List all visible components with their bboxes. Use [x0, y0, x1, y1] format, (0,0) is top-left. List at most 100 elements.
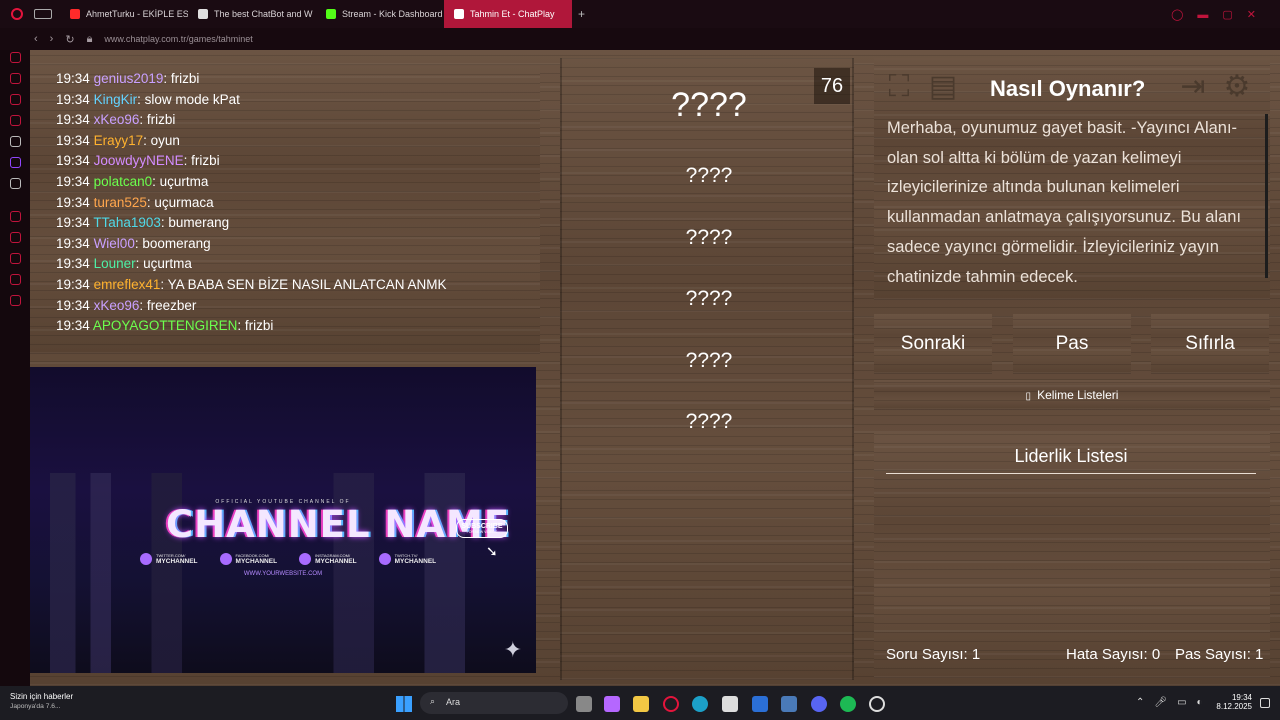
- edge-icon[interactable]: [692, 696, 708, 712]
- how-to-play-title: Nasıl Oynanır?: [990, 76, 1146, 101]
- tab-kick[interactable]: Stream - Kick Dashboard: [316, 0, 444, 28]
- chat-message: 19:34 xKeo96: freezber: [56, 297, 197, 313]
- clock[interactable]: 19:34 8.12.2025: [1216, 693, 1252, 711]
- chat-text: uçurmaca: [154, 194, 214, 210]
- chat-username[interactable]: emreflex41: [94, 277, 161, 292]
- chat-username[interactable]: JoowdyyNENE: [94, 153, 184, 168]
- window-controls[interactable]: ◯▬▢✕: [1171, 8, 1270, 21]
- notification-icon[interactable]: [1260, 698, 1270, 708]
- chat-text: YA BABA SEN BİZE NASIL ANLATCAN ANMK: [167, 276, 447, 292]
- chat-username[interactable]: xKeo96: [94, 298, 140, 313]
- chat-username[interactable]: polatcan0: [94, 174, 153, 189]
- aria-icon[interactable]: [9, 52, 21, 63]
- chat-text: oyun: [150, 132, 180, 148]
- taskbar-search[interactable]: ⌕ Ara: [420, 692, 568, 714]
- facebook-link: FACEBOOK.COM/MYCHANNEL: [219, 553, 277, 565]
- chat-username[interactable]: TTaha1903: [93, 215, 161, 230]
- chat-text: boomerang: [142, 235, 211, 251]
- chat-time: 19:34: [56, 91, 90, 107]
- reset-button[interactable]: Sıfırla: [1151, 314, 1269, 374]
- lock-icon: 🔒︎: [86, 32, 93, 45]
- chat-username[interactable]: KingKir: [94, 92, 138, 107]
- copilot-icon[interactable]: [604, 696, 620, 712]
- store-icon[interactable]: [722, 696, 738, 712]
- history-icon[interactable]: [9, 232, 21, 243]
- mail-icon[interactable]: [752, 696, 768, 712]
- new-tab-button[interactable]: +: [578, 7, 585, 21]
- chat-username[interactable]: xKeo96: [94, 112, 140, 127]
- settings-icon[interactable]: [9, 295, 21, 306]
- opera-logo-icon[interactable]: [0, 0, 34, 28]
- chat-time: 19:34: [56, 256, 90, 272]
- chat-text: frizbi: [244, 318, 274, 334]
- messenger-icon[interactable]: [9, 73, 21, 84]
- list-icon: ▯: [1025, 391, 1032, 402]
- chatplay-icon: [454, 9, 464, 19]
- discord-icon[interactable]: [811, 696, 827, 712]
- tab-chatplay[interactable]: Tahmin Et - ChatPlay: [444, 0, 572, 28]
- next-button[interactable]: Sonraki: [874, 314, 992, 374]
- chat-time: 19:34: [56, 235, 90, 251]
- word-lists-button[interactable]: ▯ Kelime Listeleri: [874, 380, 1270, 410]
- extensions-icon[interactable]: [9, 274, 21, 285]
- settings-gear-icon[interactable]: ⚙: [1220, 70, 1254, 104]
- pass-button[interactable]: Pas: [1013, 314, 1131, 374]
- chat-time: 19:34: [56, 173, 90, 189]
- chat-username[interactable]: Louner: [94, 256, 136, 271]
- player-icon[interactable]: [9, 115, 21, 126]
- chat-username[interactable]: turan525: [94, 195, 147, 210]
- how-to-play-text: Merhaba, oyunumuz gayet basit. -Yayıncı …: [887, 119, 1242, 286]
- chat-time: 19:34: [56, 153, 90, 169]
- app-icon[interactable]: [869, 696, 885, 712]
- exit-icon[interactable]: ⇥: [1176, 70, 1210, 104]
- chat-panel: 19:34 genius2019: frizbi 19:34 KingKir: s…: [30, 66, 540, 354]
- chat-username[interactable]: Wiel00: [94, 236, 135, 251]
- ai-icon[interactable]: [9, 136, 21, 147]
- chat-username[interactable]: APOYAGOTTENGIREN: [93, 318, 238, 333]
- how-to-play-panel: ⛶ ▤ Nasıl Oynanır? ⇥ ⚙ Merhaba, oyunumuz…: [874, 58, 1270, 300]
- tab-youtube[interactable]: AhmetTurku - EKİPLE ESK: [60, 0, 188, 28]
- chat-text: frizbi: [191, 153, 220, 169]
- website-link: WWW.YOURWEBSITE.COM: [243, 571, 323, 577]
- chat-username[interactable]: Erayy17: [94, 133, 144, 148]
- scrollbar[interactable]: [1265, 114, 1268, 278]
- reload-icon[interactable]: ↻: [65, 33, 74, 46]
- leaderboard-title: Liderlik Listesi: [886, 446, 1256, 474]
- hidden-word: ????: [685, 287, 733, 310]
- chat-text: frizbi: [146, 112, 176, 128]
- chat-username[interactable]: genius2019: [94, 71, 164, 86]
- music-icon[interactable]: [9, 211, 21, 222]
- explorer-icon[interactable]: [633, 696, 649, 712]
- facebook-icon: [219, 553, 232, 565]
- tray-icons[interactable]: ⌃🎤︎▭◐: [1136, 697, 1213, 708]
- twitch-icon[interactable]: [9, 157, 21, 168]
- bookmarks-icon[interactable]: [9, 253, 21, 264]
- pass-count: Pas Sayısı: 1: [1175, 646, 1264, 663]
- x-icon[interactable]: [9, 178, 21, 189]
- opera-icon[interactable]: [663, 696, 679, 712]
- chat-text: uçurtma: [143, 256, 192, 272]
- task-view-icon[interactable]: [576, 696, 592, 712]
- word-column: 76 ???? ???? ???? ???? ???? ????: [560, 58, 854, 680]
- hidden-word: ????: [685, 349, 733, 372]
- chat-time: 19:34: [56, 194, 90, 210]
- chat-message: 19:34 KingKir: slow mode kPat: [56, 91, 240, 107]
- workspaces-icon[interactable]: [34, 9, 52, 19]
- steam-icon[interactable]: [781, 696, 797, 712]
- back-icon[interactable]: ‹: [34, 33, 38, 45]
- chat-time: 19:34: [56, 215, 90, 231]
- forward-icon[interactable]: ›: [50, 33, 54, 45]
- news-widget[interactable]: Sizin için haberler Japonya'da 7.6...: [10, 692, 73, 710]
- twitch-link: TWITCH.TV/MYCHANNEL: [378, 553, 436, 565]
- tab-chatbot[interactable]: The best ChatBot and W: [188, 0, 316, 28]
- chat-time: 19:34: [56, 132, 90, 148]
- fullscreen-icon[interactable]: ⛶: [882, 70, 916, 104]
- chat-text: frizbi: [170, 71, 200, 86]
- start-button[interactable]: [396, 696, 412, 712]
- chat-icon[interactable]: [9, 94, 21, 105]
- instagram-icon: [299, 553, 312, 565]
- url-field[interactable]: www.chatplay.com.tr/games/tahminet: [104, 34, 252, 44]
- chat-time: 19:34: [56, 297, 90, 313]
- spotify-icon[interactable]: [840, 696, 856, 712]
- document-icon[interactable]: ▤: [926, 70, 960, 104]
